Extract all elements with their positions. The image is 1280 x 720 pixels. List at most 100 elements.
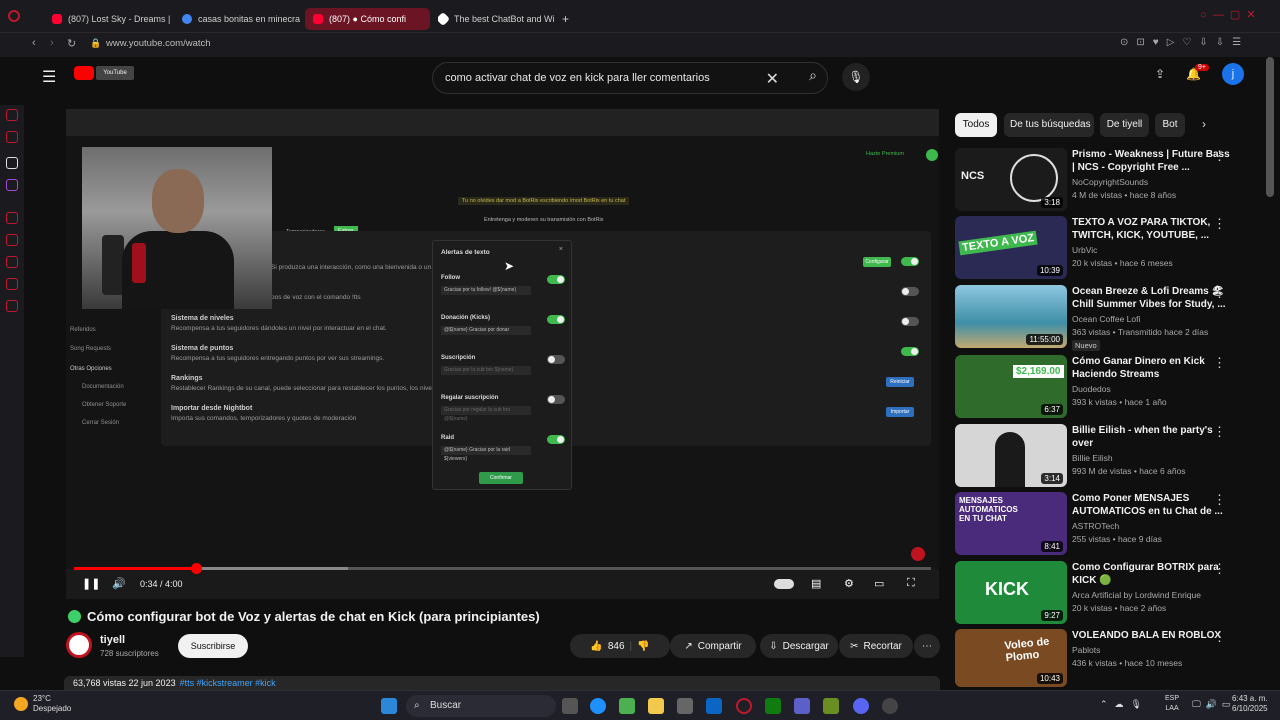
progress-bar[interactable] <box>74 563 931 574</box>
discord-icon[interactable] <box>853 698 869 714</box>
rec-channel[interactable]: Duodedos <box>1072 384 1111 394</box>
rec-title[interactable]: Billie Eilish - when the party's over <box>1072 424 1232 450</box>
chevron-right-icon[interactable]: › <box>1202 117 1206 131</box>
tab-como-configurar[interactable]: (807) ● Cómo confi <box>305 8 430 30</box>
more-options-icon[interactable]: ⋮ <box>1213 629 1226 645</box>
rec-channel[interactable]: UrbVic <box>1072 245 1097 255</box>
copilot-icon[interactable] <box>619 698 635 714</box>
more-options-icon[interactable]: ⋮ <box>1213 216 1226 232</box>
store-icon[interactable] <box>677 698 693 714</box>
rec-channel[interactable]: NoCopyrightSounds <box>1072 177 1148 187</box>
rec-title[interactable]: Ocean Breeze & Lofi Dreams 🏖 Chill Summe… <box>1072 285 1232 311</box>
menu-icon[interactable]: ☰ <box>42 67 56 87</box>
obs-icon[interactable] <box>882 698 898 714</box>
window-controls[interactable]: ○ — ▢ ✕ <box>1200 8 1256 21</box>
thumbnail[interactable]: TEXTO A VOZ 10:39 <box>955 216 1067 279</box>
voice-search-icon[interactable]: 🎙 <box>842 63 870 91</box>
rec-title[interactable]: Prismo - Weakness | Future Bass | NCS - … <box>1072 148 1232 174</box>
rec-title[interactable]: Como Poner MENSAJES AUTOMATICOS en tu Ch… <box>1072 492 1232 518</box>
tab-casas-bonitas[interactable]: casas bonitas en minecra <box>182 8 300 30</box>
chip-busquedas[interactable]: De tus búsquedas <box>1004 113 1094 137</box>
opera-taskbar-icon[interactable] <box>736 698 752 714</box>
rec-channel[interactable]: Billie Eilish <box>1072 453 1113 463</box>
network-volume-battery-icons[interactable]: 🖵🔊▭ <box>1192 699 1235 710</box>
recommendation-4[interactable]: $2,169.00 6:37 Cómo Ganar Dinero en Kick … <box>955 355 1255 419</box>
chip-bot[interactable]: Bot <box>1155 113 1185 137</box>
rec-title[interactable]: Como Configurar BOTRIX para KICK 🟢 <box>1072 561 1232 587</box>
sidebar-icon-10[interactable] <box>6 278 18 290</box>
recommendation-7[interactable]: KICK 9:27 Como Configurar BOTRIX para KIC… <box>955 561 1255 625</box>
channel-avatar[interactable] <box>66 632 92 658</box>
rec-channel[interactable]: ASTROTech <box>1072 521 1119 531</box>
upload-icon[interactable]: ⇪ <box>1155 67 1165 81</box>
back-icon[interactable]: ‹ <box>32 37 36 49</box>
opera-logo-icon[interactable] <box>8 10 20 22</box>
minecraft-icon[interactable] <box>823 698 839 714</box>
sidebar-icon-11[interactable] <box>6 300 18 312</box>
theater-mode-icon[interactable]: ▭ <box>874 577 884 590</box>
channel-name[interactable]: tiyell <box>100 634 125 646</box>
account-avatar[interactable]: j <box>1222 63 1244 85</box>
rec-title[interactable]: VOLEANDO BALA EN ROBLOX <box>1072 629 1232 642</box>
tab-lost-sky[interactable]: (807) Lost Sky - Dreams | <box>52 8 172 30</box>
teams-icon[interactable] <box>794 698 810 714</box>
chip-todos[interactable]: Todos <box>955 113 997 137</box>
rec-title[interactable]: Cómo Ganar Dinero en Kick Haciendo Strea… <box>1072 355 1232 381</box>
thumbnail[interactable]: MENSAJES AUTOMATICOS EN TU CHAT 8:41 <box>955 492 1067 555</box>
recommendation-3[interactable]: 11:55:00 Ocean Breeze & Lofi Dreams 🏖 Ch… <box>955 285 1255 351</box>
thumbnail[interactable]: 3:14 <box>955 424 1067 487</box>
subscribe-button[interactable]: Suscribirse <box>178 634 248 658</box>
sidebar-icon-4[interactable] <box>6 131 18 143</box>
twitch-icon[interactable] <box>6 179 18 191</box>
recommendation-2[interactable]: TEXTO A VOZ 10:39 TEXTO A VOZ PARA TIKTOK… <box>955 216 1255 280</box>
more-options-icon[interactable]: ⋮ <box>1213 148 1226 164</box>
like-icon[interactable]: 👍 <box>590 641 602 652</box>
clip-button[interactable]: ✂ Recortar <box>839 634 913 658</box>
search-input[interactable]: como activar chat de voz en kick para ll… <box>445 72 710 84</box>
thumbnail[interactable]: $2,169.00 6:37 <box>955 355 1067 418</box>
more-options-icon[interactable]: ⋮ <box>1213 561 1226 577</box>
subtitles-icon[interactable]: ▤ <box>811 577 821 590</box>
more-options-icon[interactable]: ⋮ <box>1213 492 1226 508</box>
sidebar-icon-3[interactable] <box>6 109 18 121</box>
pause-icon[interactable]: ❚❚ <box>82 577 100 590</box>
file-explorer-icon[interactable] <box>648 698 664 714</box>
task-view-icon[interactable] <box>562 698 578 714</box>
xbox-icon[interactable] <box>765 698 781 714</box>
recommendation-6[interactable]: MENSAJES AUTOMATICOS EN TU CHAT 8:41 Como P… <box>955 492 1255 556</box>
new-tab-button[interactable]: + <box>562 8 576 30</box>
more-options-icon[interactable]: ⋮ <box>1213 424 1226 440</box>
description-box[interactable]: 63,768 vistas 22 jun 2023 #tts #kickstrea… <box>64 676 940 690</box>
recommendation-5[interactable]: 3:14 Billie Eilish - when the party's ov… <box>955 424 1255 488</box>
reload-icon[interactable]: ↻ <box>67 37 76 50</box>
hashtags[interactable]: #tts #kickstreamer #kick <box>180 678 276 688</box>
recommendation-8[interactable]: Voleo de Plomo 10:43 VOLEANDO BALA EN ROB… <box>955 629 1255 687</box>
share-button[interactable]: ↗ Compartir <box>670 634 756 658</box>
volume-icon[interactable]: 🔊 <box>112 577 126 590</box>
rec-title[interactable]: TEXTO A VOZ PARA TIKTOK, TWITCH, KICK, Y… <box>1072 216 1232 242</box>
weather-sun-icon[interactable] <box>14 697 28 711</box>
dislike-icon[interactable]: 👎 <box>637 641 649 652</box>
video-player[interactable]: Hazte Premium Tu no olvides dar mod a Bo… <box>66 109 939 599</box>
youtube-logo-icon[interactable] <box>74 66 94 80</box>
sidebar-icon-8[interactable] <box>6 234 18 246</box>
settings-gear-icon[interactable]: ⚙ <box>844 577 854 590</box>
weather-widget[interactable]: 23°C Despejado <box>33 694 71 714</box>
like-count[interactable]: 846 <box>608 641 625 652</box>
thumbnail[interactable]: 11:55:00 <box>955 285 1067 348</box>
tab-chatbot[interactable]: The best ChatBot and Wi <box>438 8 556 30</box>
sidebar-icon-7[interactable] <box>6 212 18 224</box>
thumbnail[interactable]: Voleo de Plomo 10:43 <box>955 629 1067 687</box>
edge-icon[interactable] <box>590 698 606 714</box>
chip-tiyell[interactable]: De tiyell <box>1100 113 1149 137</box>
rec-channel[interactable]: Ocean Coffee Lofi <box>1072 314 1140 324</box>
sidebar-icon-9[interactable] <box>6 256 18 268</box>
more-actions-button[interactable]: ⋯ <box>914 634 940 658</box>
more-options-icon[interactable]: ⋮ <box>1213 355 1226 371</box>
browser-toolbar-icons[interactable]: ⊙⊡♥▷♡⇩⇩☰ <box>1120 37 1249 48</box>
thumbnail[interactable]: NCS 3:18 <box>955 148 1067 211</box>
download-button[interactable]: ⇩ Descargar <box>760 634 838 658</box>
youtube-logo-text[interactable]: YouTube <box>96 66 134 80</box>
sidebar-icon-5[interactable] <box>6 157 18 169</box>
clock[interactable]: 6:43 a. m. 6/10/2025 <box>1232 694 1268 714</box>
